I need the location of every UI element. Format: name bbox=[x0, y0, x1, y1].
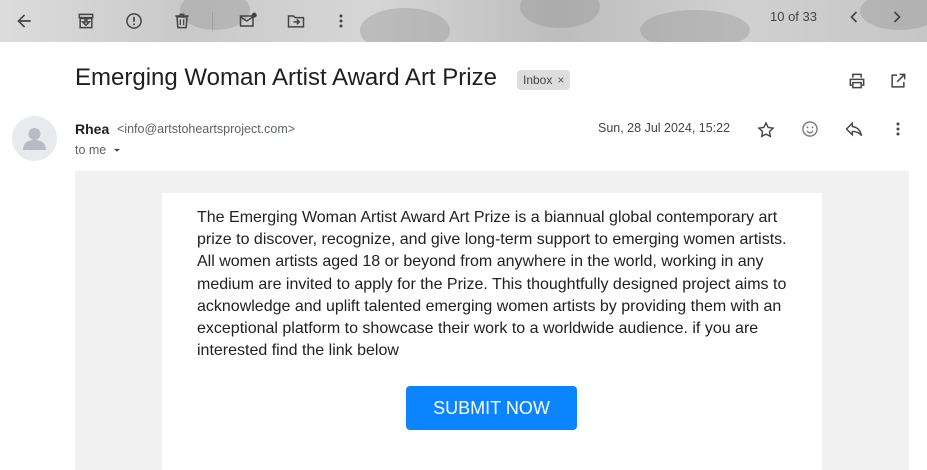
star-icon[interactable] bbox=[752, 116, 780, 144]
inbox-label-chip: Inbox × bbox=[517, 70, 571, 90]
recipient-details[interactable]: to me bbox=[75, 143, 124, 157]
open-in-new-window-icon[interactable] bbox=[884, 67, 912, 95]
email-body-text: The Emerging Woman Artist Award Art Priz… bbox=[197, 209, 787, 360]
person-icon bbox=[23, 128, 46, 150]
toolbar: 10 of 33 bbox=[0, 0, 927, 42]
recipient-label: to me bbox=[75, 143, 107, 157]
next-email-icon[interactable] bbox=[881, 1, 913, 33]
more-actions-icon[interactable] bbox=[884, 115, 912, 143]
email-date: Sun, 28 Jul 2024, 15:22 bbox=[598, 121, 731, 135]
remove-label-icon[interactable]: × bbox=[557, 70, 564, 90]
reply-icon[interactable] bbox=[840, 115, 868, 143]
dropdown-arrow-icon[interactable] bbox=[110, 143, 124, 157]
inbox-label: Inbox bbox=[523, 73, 553, 87]
move-to-icon[interactable] bbox=[280, 5, 312, 37]
emoji-reaction-icon[interactable] bbox=[796, 115, 824, 143]
sender-email: <info@artstoheartsproject.com> bbox=[117, 122, 296, 136]
mark-unread-icon[interactable] bbox=[232, 5, 264, 37]
submit-now-button[interactable]: SUBMIT NOW bbox=[406, 386, 577, 430]
back-icon[interactable] bbox=[8, 5, 40, 37]
previous-email-icon[interactable] bbox=[838, 1, 870, 33]
more-vert-icon[interactable] bbox=[325, 5, 357, 37]
avatar[interactable] bbox=[12, 116, 57, 161]
print-icon[interactable] bbox=[843, 67, 871, 95]
archive-icon[interactable] bbox=[70, 5, 102, 37]
pagination-count: 10 of 33 bbox=[770, 9, 817, 24]
delete-icon[interactable] bbox=[166, 5, 198, 37]
email-subject: Emerging Woman Artist Award Art Prize bbox=[75, 64, 497, 91]
report-spam-icon[interactable] bbox=[118, 5, 150, 37]
sender-name: Rhea bbox=[75, 121, 110, 137]
